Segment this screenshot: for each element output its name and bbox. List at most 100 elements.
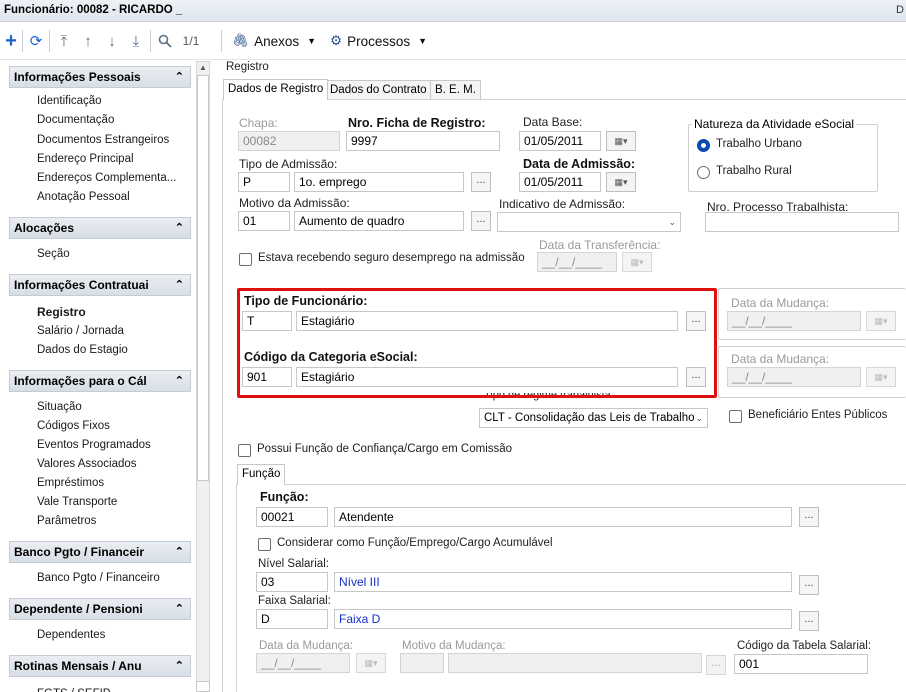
data-base-field[interactable]: 01/05/2011 xyxy=(519,131,601,151)
sidebar-group-informacoes-contratuais[interactable]: Informações Contratuai ⌃ xyxy=(9,274,191,296)
next-record-icon[interactable]: ↓ xyxy=(104,30,120,52)
chevron-down-icon: ▼ xyxy=(418,36,428,46)
sidebar-group-informacoes-calculo[interactable]: Informações para o Cál ⌃ xyxy=(9,370,191,392)
sidebar-item-identificacao[interactable]: Identificação xyxy=(37,95,102,107)
nro-processo-field[interactable] xyxy=(705,212,899,232)
gear-icon: ⚙ xyxy=(330,33,343,48)
collapse-icon[interactable]: ⌃ xyxy=(175,67,184,87)
motivo-admissao-code[interactable]: 01 xyxy=(238,211,290,231)
regime-select[interactable]: CLT - Consolidação das Leis de Trabalho ⌄ xyxy=(479,408,708,428)
last-record-icon[interactable]: ⤓ xyxy=(128,30,144,52)
faixa-salarial-lookup-button[interactable]: ... xyxy=(799,611,819,631)
tipo-admissao-lookup-button[interactable]: ... xyxy=(471,172,491,192)
faixa-salarial-code[interactable]: D xyxy=(256,609,328,629)
funcao-code[interactable]: 00021 xyxy=(256,507,328,527)
sidebar-item-codigos-fixos[interactable]: Códigos Fixos xyxy=(37,420,110,432)
scroll-up-icon[interactable]: ▲ xyxy=(196,61,210,75)
sidebar-group-dependente-pensionista[interactable]: Dependente / Pensioni ⌃ xyxy=(9,598,191,620)
codigo-tabela-field[interactable]: 001 xyxy=(734,654,868,674)
sidebar-scrollbar[interactable]: ▲ xyxy=(196,61,210,692)
section-label: Registro xyxy=(226,61,269,73)
sidebar-item-documentos-estrangeiros[interactable]: Documentos Estrangeiros xyxy=(37,134,169,146)
natureza-label: Natureza da Atividade eSocial xyxy=(692,117,857,131)
nivel-salarial-code[interactable]: 03 xyxy=(256,572,328,592)
scroll-thumb[interactable] xyxy=(197,75,209,481)
sidebar-item-dependentes[interactable]: Dependentes xyxy=(37,629,105,641)
sidebar-group-rotinas-mensais[interactable]: Rotinas Mensais / Anu ⌃ xyxy=(9,655,191,677)
nivel-salarial-lookup-button[interactable]: ... xyxy=(799,575,819,595)
calendar-icon: ▦▾ xyxy=(356,653,386,673)
indicativo-admissao-select[interactable]: ⌄ xyxy=(497,212,681,232)
sidebar-item-salario-jornada[interactable]: Salário / Jornada xyxy=(37,325,124,337)
collapse-icon[interactable]: ⌃ xyxy=(175,656,184,676)
sidebar-group-alocacoes[interactable]: Alocações ⌃ xyxy=(9,217,191,239)
funcao-label: Função: xyxy=(260,490,309,504)
chevron-down-icon: ⌄ xyxy=(695,413,703,423)
previous-record-icon[interactable]: ↑ xyxy=(80,30,96,52)
funcao-lookup-button[interactable]: ... xyxy=(799,507,819,527)
tipo-admissao-code[interactable]: P xyxy=(238,172,290,192)
data-admissao-field[interactable]: 01/05/2011 xyxy=(519,172,601,192)
sidebar-item-anotacao-pessoal[interactable]: Anotação Pessoal xyxy=(37,191,130,203)
collapse-icon[interactable]: ⌃ xyxy=(175,542,184,562)
collapse-icon[interactable]: ⌃ xyxy=(175,275,184,295)
natureza-group xyxy=(688,124,878,192)
sidebar-item-parametros[interactable]: Parâmetros xyxy=(37,515,96,527)
ficha-registro-label: Nro. Ficha de Registro: xyxy=(348,116,486,130)
codigo-tabela-label: Código da Tabela Salarial: xyxy=(737,640,872,652)
anexos-button[interactable]: 🖇 Anexos ▼ xyxy=(232,30,328,52)
add-icon[interactable]: + xyxy=(2,30,20,52)
calendar-icon[interactable]: ▦▾ xyxy=(606,131,636,151)
categoria-esocial-code[interactable]: 901 xyxy=(242,367,292,387)
tab-dados-do-contrato[interactable]: Dados do Contrato xyxy=(325,80,432,100)
collapse-icon[interactable]: ⌃ xyxy=(175,599,184,619)
sidebar-item-fgts-sefip[interactable]: FGTS / SEFIP xyxy=(37,685,110,692)
tab-bem[interactable]: B. E. M. xyxy=(430,80,481,100)
sidebar-item-endereco-principal[interactable]: Endereço Principal xyxy=(37,153,134,165)
acumulavel-checkbox[interactable] xyxy=(258,538,271,551)
seguro-desemprego-checkbox[interactable] xyxy=(239,253,252,266)
tab-dados-de-registro[interactable]: Dados de Registro xyxy=(223,79,329,100)
processos-button[interactable]: ⚙ Processos ▼ xyxy=(330,30,438,52)
sidebar-group-informacoes-pessoais[interactable]: Informações Pessoais ⌃ xyxy=(9,66,191,88)
categoria-esocial-desc: Estagiário xyxy=(296,367,678,387)
title-bar: Funcionário: 00082 - RICARDO _ D xyxy=(0,0,906,22)
chapa-label: Chapa: xyxy=(239,116,278,130)
radio-trabalho-urbano[interactable] xyxy=(697,139,710,152)
categoria-esocial-label: Código da Categoria eSocial: xyxy=(244,350,418,364)
sidebar-item-banco-pgto-financeiro[interactable]: Banco Pgto / Financeiro xyxy=(37,572,160,584)
tipo-funcionario-label: Tipo de Funcionário: xyxy=(244,294,368,308)
first-record-icon[interactable]: ⤒ xyxy=(56,30,72,52)
window-title: Funcionário: 00082 - RICARDO _ xyxy=(4,4,183,16)
scroll-down-button[interactable] xyxy=(196,681,210,692)
sidebar-item-eventos-programados[interactable]: Eventos Programados xyxy=(37,439,151,451)
sidebar-item-vale-transporte[interactable]: Vale Transporte xyxy=(37,496,117,508)
tipo-funcionario-code[interactable]: T xyxy=(242,311,292,331)
collapse-icon[interactable]: ⌃ xyxy=(175,218,184,238)
sidebar-item-valores-associados[interactable]: Valores Associados xyxy=(37,458,137,470)
ficha-registro-field[interactable]: 9997 xyxy=(346,131,500,151)
sidebar-item-situacao[interactable]: Situação xyxy=(37,401,82,413)
calendar-icon[interactable]: ▦▾ xyxy=(606,172,636,192)
motivo-admissao-lookup-button[interactable]: ... xyxy=(471,211,491,231)
sidebar-item-enderecos-complementares[interactable]: Endereços Complementa... xyxy=(37,172,176,184)
tab-funcao[interactable]: Função xyxy=(237,464,286,485)
sidebar-item-documentacao[interactable]: Documentação xyxy=(37,114,114,126)
sidebar-item-secao[interactable]: Seção xyxy=(37,248,70,260)
search-icon[interactable] xyxy=(156,30,174,52)
collapse-icon[interactable]: ⌃ xyxy=(175,371,184,391)
sidebar-item-dados-do-estagio[interactable]: Dados do Estagio xyxy=(37,344,128,356)
refresh-icon[interactable]: ⟳ xyxy=(26,30,46,52)
radio-trabalho-rural[interactable] xyxy=(697,166,710,179)
sidebar-item-registro[interactable]: Registro xyxy=(37,305,86,319)
sidebar-item-emprestimos[interactable]: Empréstimos xyxy=(37,477,104,489)
tipo-funcionario-lookup-button[interactable]: ... xyxy=(686,311,706,331)
beneficiario-checkbox[interactable] xyxy=(729,410,742,423)
sidebar-group-banco-pgto[interactable]: Banco Pgto / Financeir ⌃ xyxy=(9,541,191,563)
motivo-mudanca-label: Motivo da Mudança: xyxy=(402,640,506,652)
categoria-esocial-lookup-button[interactable]: ... xyxy=(686,367,706,387)
data-transferencia-label: Data da Transferência: xyxy=(539,238,661,252)
tipo-funcionario-desc: Estagiário xyxy=(296,311,678,331)
funcao-confianca-checkbox[interactable] xyxy=(238,444,251,457)
motivo-mudanca-desc xyxy=(448,653,702,673)
